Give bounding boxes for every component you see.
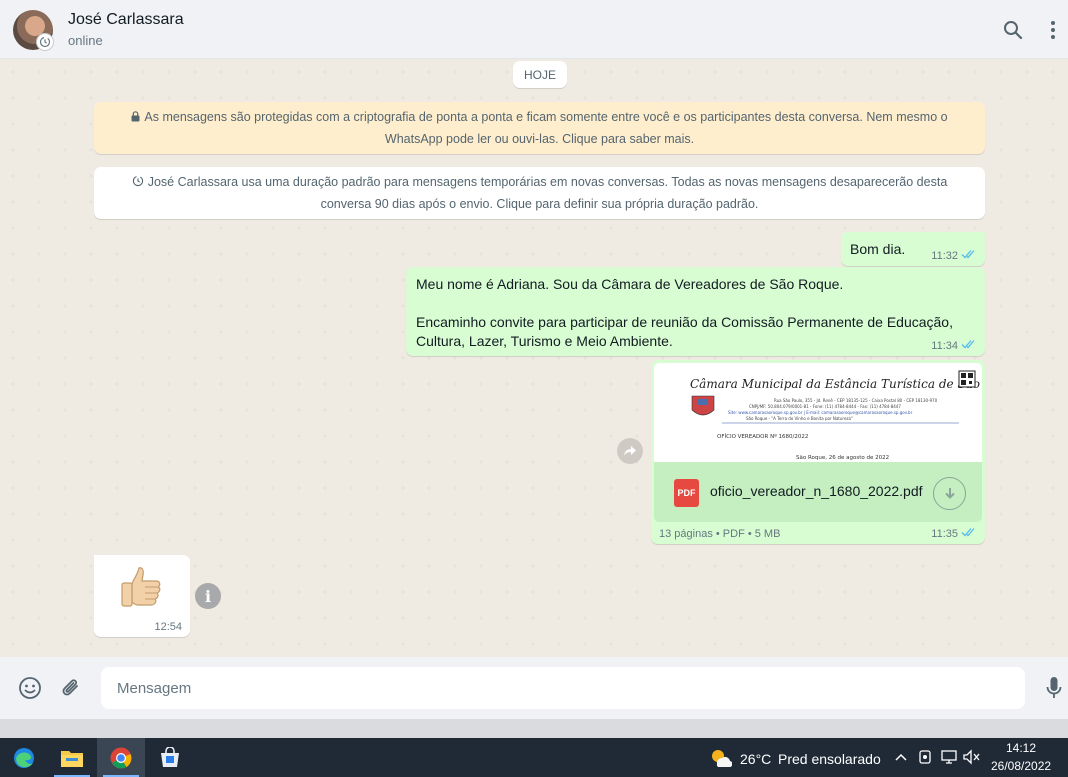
windows-taskbar: 26°C Pred ensolarado 14:12 26/08/2022: [0, 738, 1068, 777]
message-text: Meu nome é Adriana. Sou da Câmara de Ver…: [416, 275, 966, 351]
read-ticks-icon: [961, 339, 977, 352]
date-chip: HOJE: [513, 61, 567, 88]
pdf-preview[interactable]: Câmara Municipal da Estância Turística d…: [654, 363, 982, 462]
message-bubble-incoming[interactable]: 12:54: [94, 555, 190, 637]
message-input[interactable]: [101, 667, 1025, 709]
pdf-reference: OFÍCIO VEREADOR Nº 1680/2022: [717, 433, 808, 440]
message-paragraph: Meu nome é Adriana. Sou da Câmara de Ver…: [416, 276, 844, 292]
message-text: Bom dia.: [850, 241, 906, 257]
chevron-up-icon[interactable]: [892, 748, 910, 766]
disappearing-notice[interactable]: José Carlassara usa uma duração padrão p…: [94, 167, 985, 219]
download-icon[interactable]: [933, 477, 966, 510]
message-composer: [0, 657, 1068, 719]
clock-time[interactable]: 14:12: [1006, 741, 1036, 755]
pdf-file-row[interactable]: PDF oficio_vereador_n_1680_2022.pdf: [654, 462, 982, 522]
meet-now-icon[interactable]: [916, 748, 934, 766]
info-icon[interactable]: i: [195, 583, 221, 609]
chat-area[interactable]: HOJE As mensagens são protegidas com a c…: [0, 59, 1068, 657]
message-time: 11:35: [931, 527, 958, 540]
message-time: 11:34: [931, 339, 958, 352]
clock-date[interactable]: 26/08/2022: [991, 759, 1051, 773]
weather-sun-icon[interactable]: [708, 746, 732, 768]
volume-muted-icon[interactable]: [963, 748, 981, 766]
store-app-icon[interactable]: [146, 738, 194, 777]
weather-temperature[interactable]: 26°C: [740, 751, 771, 767]
thumbs-up-emoji-icon: [118, 564, 164, 615]
emoji-icon[interactable]: [17, 675, 43, 701]
weather-description[interactable]: Pred ensolarado: [778, 751, 881, 767]
pdf-date-line: São Roque, 26 de agosto de 2022: [796, 455, 889, 461]
coat-of-arms-icon: [691, 395, 715, 416]
encryption-notice-text: As mensagens são protegidas com a cripto…: [144, 110, 948, 146]
timer-badge-icon: [36, 33, 54, 51]
pdf-address-line: CNPJ/MF: 50.804.079/0001-81 - Fone: (11)…: [749, 404, 901, 409]
network-icon[interactable]: [940, 748, 958, 766]
read-ticks-icon: [961, 249, 977, 262]
message-time: 12:54: [154, 621, 182, 633]
contact-status: online: [68, 33, 103, 48]
forward-icon[interactable]: [617, 438, 643, 464]
read-ticks-icon: [961, 527, 977, 540]
chrome-browser-icon[interactable]: [97, 738, 145, 777]
contact-name[interactable]: José Carlassara: [68, 11, 184, 29]
pdf-file-info: 13 páginas • PDF • 5 MB: [659, 528, 781, 540]
pdf-address-line: Rua São Paulo, 355 - Jd. Renê - CEP 1813…: [774, 398, 938, 403]
attach-icon[interactable]: [58, 675, 84, 701]
search-icon[interactable]: [1001, 18, 1025, 42]
file-explorer-icon[interactable]: [48, 738, 96, 777]
message-paragraph: Encaminho convite para participar de reu…: [416, 314, 953, 349]
edge-browser-icon[interactable]: [0, 738, 48, 777]
timer-icon: [132, 173, 144, 194]
message-time: 11:32: [931, 249, 958, 262]
microphone-icon[interactable]: [1041, 675, 1067, 701]
message-meta: 11:32: [931, 249, 977, 262]
disappearing-notice-text: José Carlassara usa uma duração padrão p…: [147, 175, 948, 211]
pdf-address-line: Site: www.camarasaoroque.sp.gov.br | E-m…: [728, 410, 913, 415]
lock-icon: [131, 108, 140, 129]
message-bubble-outgoing[interactable]: Bom dia. 11:32: [841, 232, 985, 266]
menu-icon[interactable]: [1041, 18, 1065, 42]
pdf-header: Câmara Municipal da Estância Turística d…: [690, 377, 982, 391]
pdf-address-line: São Roque - "A Terra do Vinho e Bonita p…: [746, 416, 853, 421]
pdf-filename: oficio_vereador_n_1680_2022.pdf: [710, 483, 923, 499]
message-bubble-outgoing[interactable]: Meu nome é Adriana. Sou da Câmara de Ver…: [406, 267, 985, 356]
encryption-notice[interactable]: As mensagens são protegidas com a cripto…: [94, 102, 985, 154]
message-meta: 11:34: [931, 339, 977, 352]
window-bottom-strip: [0, 719, 1068, 738]
document-message[interactable]: Câmara Municipal da Estância Turística d…: [651, 360, 985, 544]
chat-header: José Carlassara online: [0, 0, 1068, 59]
pdf-file-icon: PDF: [674, 479, 699, 507]
message-meta: 12:54: [154, 621, 182, 633]
message-meta: 11:35: [931, 527, 977, 540]
